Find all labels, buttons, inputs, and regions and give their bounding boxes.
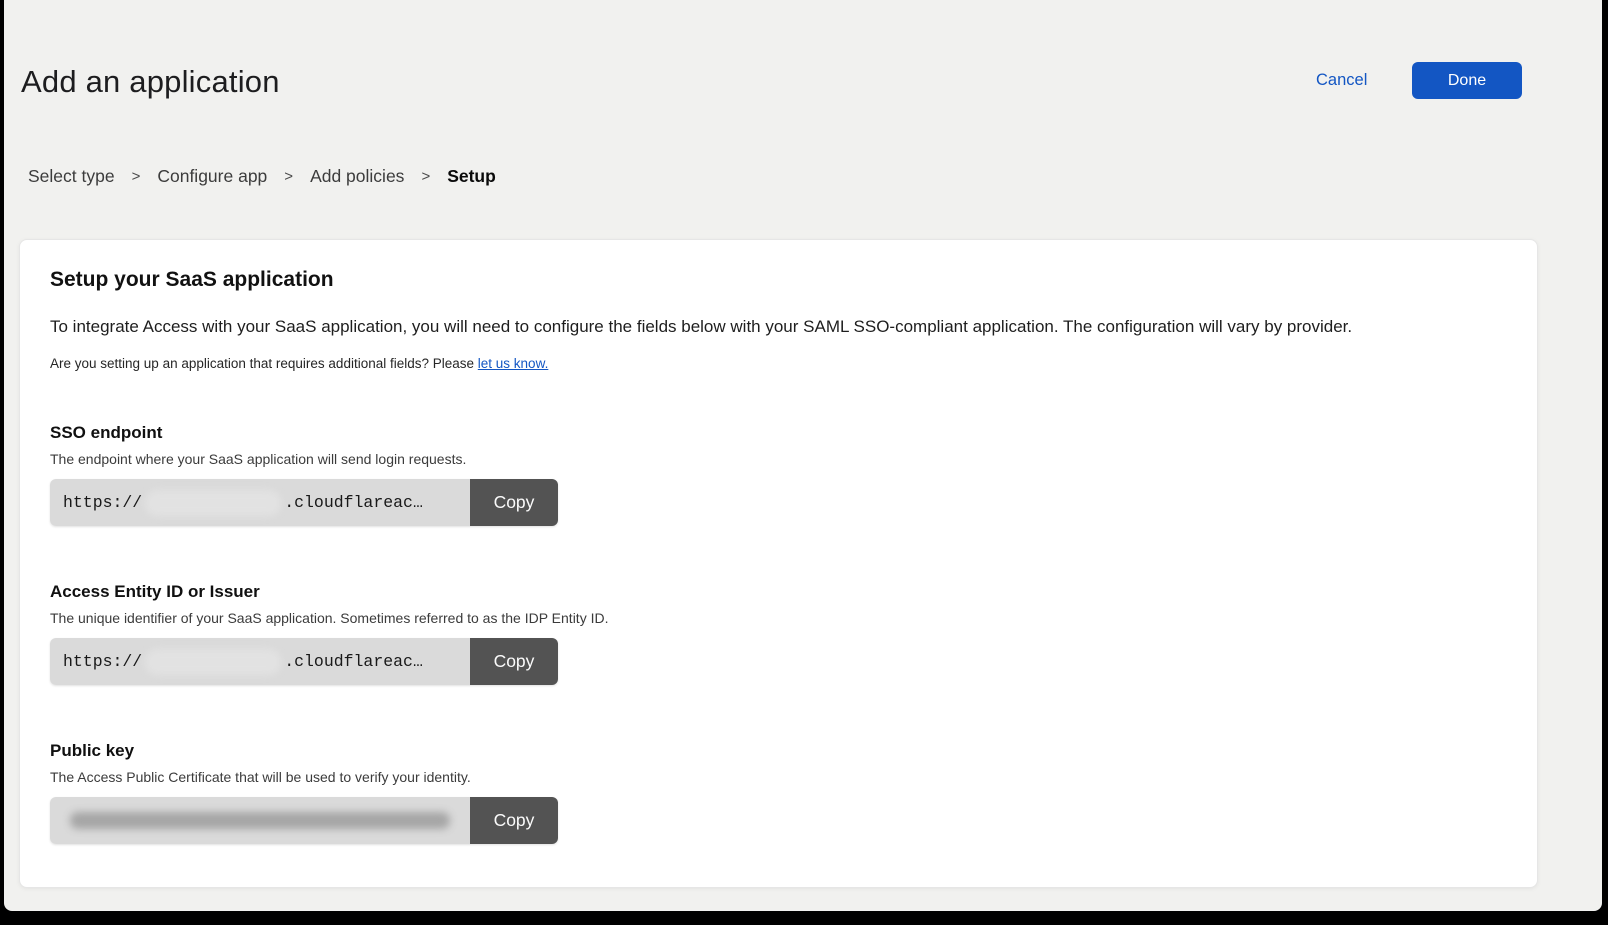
access-entity-id-row: https:// .cloudflareac… Copy — [50, 638, 558, 685]
redacted-hostname — [145, 490, 281, 516]
sso-endpoint-value[interactable]: https:// .cloudflareac… — [50, 479, 470, 526]
cancel-button[interactable]: Cancel — [1316, 71, 1367, 90]
page-title: Add an application — [21, 64, 280, 100]
breadcrumb-separator: > — [421, 168, 430, 185]
access-entity-id-label: Access Entity ID or Issuer — [50, 582, 1509, 602]
sso-endpoint-description: The endpoint where your SaaS application… — [50, 451, 1509, 467]
value-suffix: .cloudflareac… — [284, 493, 423, 512]
value-suffix: .cloudflareac… — [284, 652, 423, 671]
done-button[interactable]: Done — [1412, 62, 1522, 99]
access-entity-id-description: The unique identifier of your SaaS appli… — [50, 610, 1509, 626]
card-note: Are you setting up an application that r… — [50, 356, 1509, 371]
redacted-hostname — [145, 649, 281, 675]
public-key-copy-button[interactable]: Copy — [470, 797, 558, 844]
breadcrumb-separator: > — [284, 168, 293, 185]
sso-endpoint-row: https:// .cloudflareac… Copy — [50, 479, 558, 526]
breadcrumb-step-setup: Setup — [447, 166, 496, 187]
card-intro: To integrate Access with your SaaS appli… — [50, 316, 1509, 338]
breadcrumb-step-select-type[interactable]: Select type — [28, 166, 115, 187]
value-prefix: https:// — [63, 493, 142, 512]
access-entity-id-copy-button[interactable]: Copy — [470, 638, 558, 685]
public-key-label: Public key — [50, 741, 1509, 761]
screenshot-frame: Add an application Cancel Done Select ty… — [0, 0, 1608, 925]
breadcrumb-step-add-policies[interactable]: Add policies — [310, 166, 404, 187]
card-heading: Setup your SaaS application — [50, 268, 1509, 292]
note-text: Are you setting up an application that r… — [50, 356, 478, 371]
field-access-entity-id: Access Entity ID or Issuer The unique id… — [50, 582, 1509, 685]
redacted-certificate — [70, 812, 450, 829]
access-entity-id-value[interactable]: https:// .cloudflareac… — [50, 638, 470, 685]
value-prefix: https:// — [63, 652, 142, 671]
let-us-know-link[interactable]: let us know. — [478, 356, 549, 371]
public-key-description: The Access Public Certificate that will … — [50, 769, 1509, 785]
setup-card: Setup your SaaS application To integrate… — [19, 239, 1538, 888]
page: Add an application Cancel Done Select ty… — [4, 0, 1602, 911]
field-public-key: Public key The Access Public Certificate… — [50, 741, 1509, 844]
public-key-value[interactable] — [50, 797, 470, 844]
breadcrumb-step-configure-app[interactable]: Configure app — [157, 166, 267, 187]
public-key-row: Copy — [50, 797, 558, 844]
breadcrumb-separator: > — [132, 168, 141, 185]
sso-endpoint-label: SSO endpoint — [50, 423, 1509, 443]
sso-endpoint-copy-button[interactable]: Copy — [470, 479, 558, 526]
breadcrumb: Select type > Configure app > Add polici… — [28, 166, 496, 187]
field-sso-endpoint: SSO endpoint The endpoint where your Saa… — [50, 423, 1509, 526]
